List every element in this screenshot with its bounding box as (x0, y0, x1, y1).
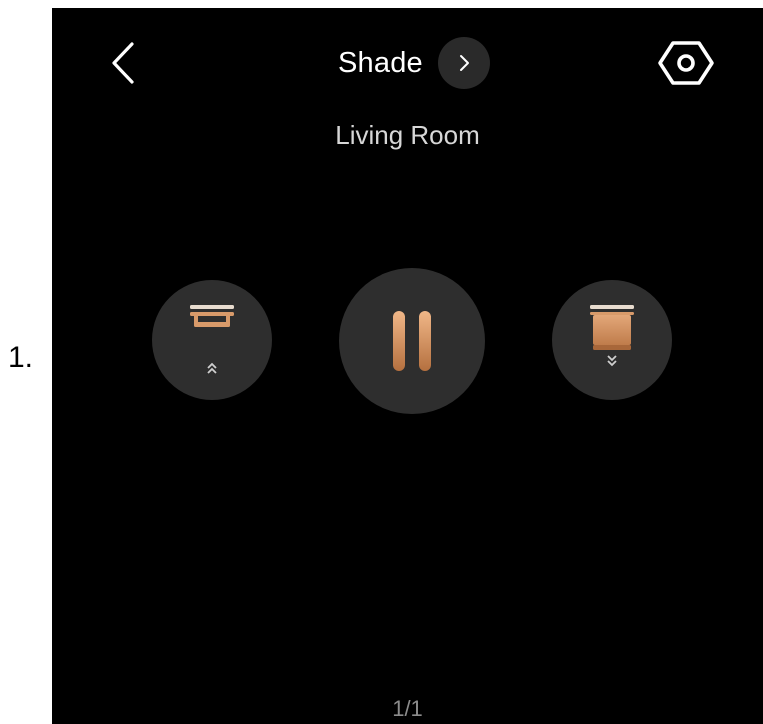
pause-icon (393, 311, 431, 371)
next-device-button[interactable] (437, 37, 490, 89)
device-title: Shade (338, 46, 423, 79)
shade-open-icon (190, 305, 234, 374)
room-name: Living Room (335, 120, 480, 150)
shade-close-icon (590, 305, 634, 367)
back-button[interactable] (106, 38, 146, 88)
page-indicator: 1/1 (392, 696, 423, 721)
chevron-right-icon (459, 55, 469, 71)
header-title-row: Shade (338, 37, 490, 89)
shade-control-screen: Shade Living Room 1/1 (52, 8, 763, 724)
hexagon-gear-icon (658, 41, 714, 85)
list-marker: 1. (8, 341, 34, 374)
pause-button[interactable] (339, 268, 485, 414)
settings-button[interactable] (656, 38, 716, 88)
chevron-left-icon (112, 42, 134, 84)
close-shade-button[interactable] (552, 280, 672, 400)
page: 1. Shade Living Room 1/1 (0, 0, 763, 724)
open-shade-button[interactable] (152, 280, 272, 400)
